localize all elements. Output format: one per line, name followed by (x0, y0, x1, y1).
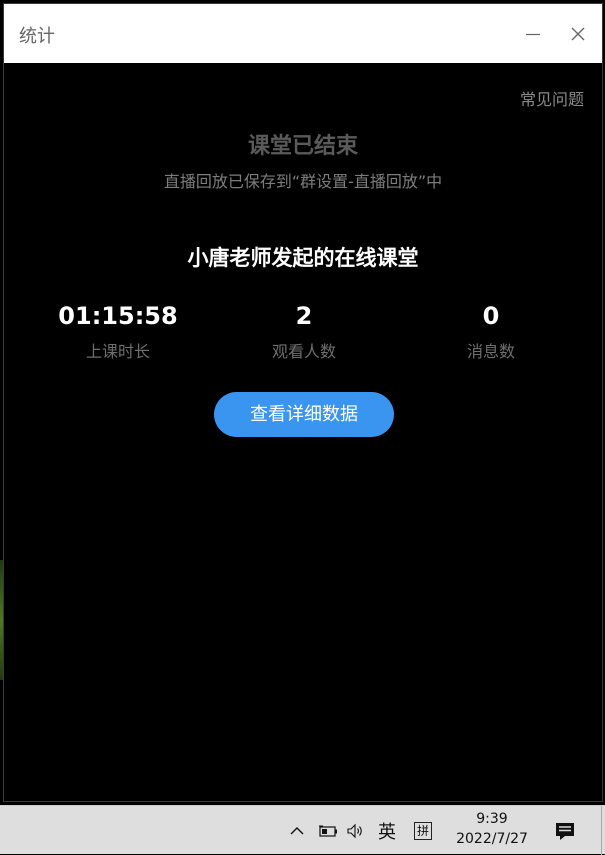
stat-value: 01:15:58 (58, 302, 178, 330)
close-button[interactable] (561, 17, 595, 51)
faq-link[interactable]: 常见问题 (520, 86, 584, 110)
close-icon (571, 27, 585, 41)
input-language-button[interactable]: 英 (374, 806, 400, 855)
window-title: 统计 (19, 26, 55, 47)
action-center-button[interactable] (550, 806, 580, 855)
stat-messages: 0 消息数 (401, 299, 581, 362)
classroom-title: 小唐老师发起的在线课堂 (187, 246, 419, 270)
stat-label: 消息数 (466, 342, 515, 361)
clock-time: 9:39 (476, 811, 508, 827)
battery-icon (319, 825, 337, 837)
replay-saved-note: 直播回放已保存到“群设置-直播回放”中 (163, 172, 443, 191)
clock[interactable]: 9:39 2022/7/27 (446, 808, 538, 854)
statistics-window: 统计 常见问题 课堂已结束 直播回放已保存到“群设置-直播回放”中 小唐老师发起… (3, 3, 603, 802)
title-bar[interactable]: 统计 (4, 4, 602, 63)
chevron-up-icon (290, 826, 304, 834)
ime-mode-label: 拼 (413, 821, 432, 840)
minimize-icon (526, 33, 540, 36)
clock-date: 2022/7/27 (456, 831, 528, 847)
stat-value: 2 (295, 302, 313, 330)
class-ended-heading: 课堂已结束 (247, 134, 358, 159)
stat-viewers: 2 观看人数 (214, 299, 394, 362)
minimize-button[interactable] (516, 17, 550, 51)
show-desktop-divider[interactable] (601, 806, 602, 855)
stat-label: 观看人数 (271, 342, 336, 361)
stat-value: 0 (482, 302, 500, 330)
notification-icon (556, 822, 574, 840)
battery-button[interactable] (316, 806, 340, 855)
taskbar: 英 拼 9:39 2022/7/27 (0, 805, 605, 855)
view-details-button[interactable]: 查看详细数据 (214, 392, 394, 437)
volume-button[interactable] (344, 806, 368, 855)
stat-label: 上课时长 (85, 342, 150, 361)
stat-duration: 01:15:58 上课时长 (28, 299, 208, 362)
desktop: 统计 常见问题 课堂已结束 直播回放已保存到“群设置-直播回放”中 小唐老师发起… (0, 0, 605, 855)
ime-mode-button[interactable]: 拼 (410, 806, 436, 855)
show-hidden-icons-button[interactable] (286, 806, 308, 855)
volume-icon (347, 823, 362, 838)
